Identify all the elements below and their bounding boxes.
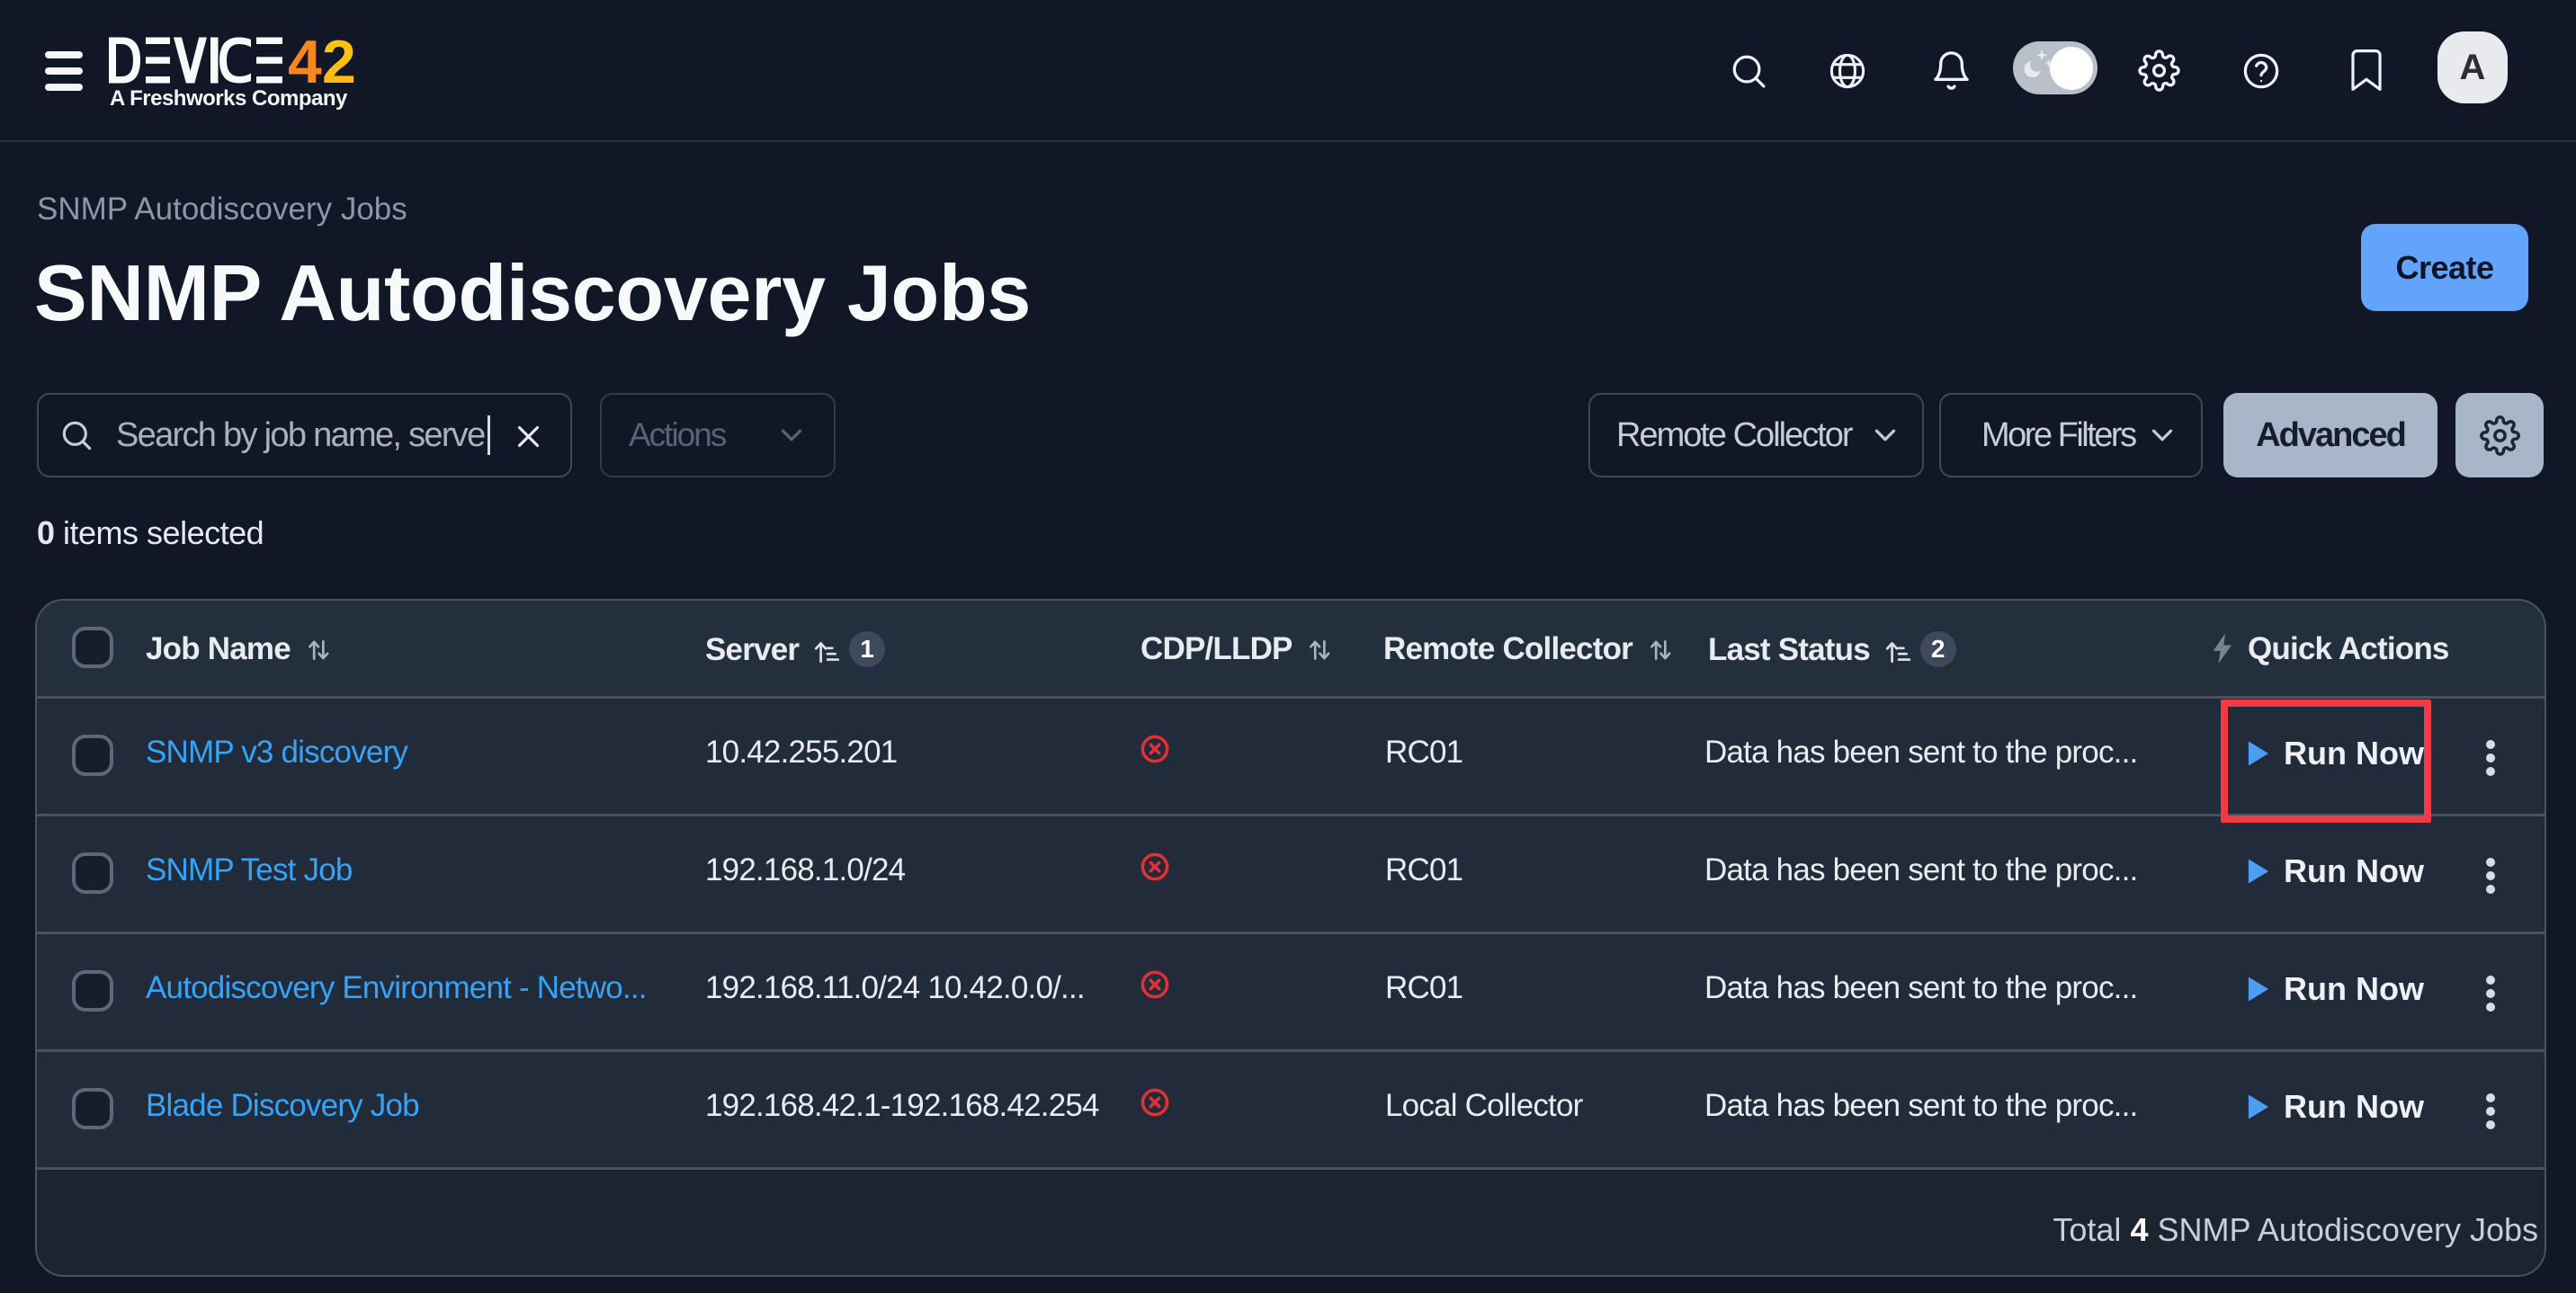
svg-text:2: 2 <box>322 37 356 84</box>
svg-text:4: 4 <box>288 37 322 84</box>
